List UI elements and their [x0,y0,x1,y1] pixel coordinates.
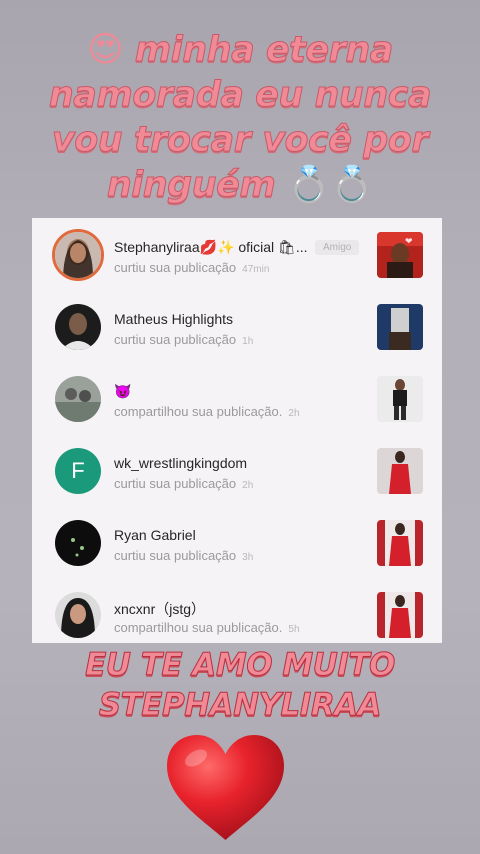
user-name[interactable]: Stephanyliraa💋✨ oficial 🛍... [114,239,308,256]
time-text: 5h [288,624,300,635]
notification-row[interactable]: Stephanyliraa💋✨ oficial 🛍... Amigo curti… [32,226,442,286]
svg-text:❤: ❤ [405,236,413,246]
post-thumbnail[interactable] [377,448,423,494]
post-thumbnail[interactable] [377,304,423,350]
notification-text: curtiu sua publicação 2h [114,476,253,491]
bottom-caption-line-1: EU TE AMO MUITO [85,647,396,684]
action-text: curtiu sua publicação [114,260,237,275]
post-thumbnail[interactable] [377,520,423,566]
action-text: curtiu sua publicação [114,332,237,347]
bottom-caption: EU TE AMO MUITO STEPHANYLIRAA [0,645,480,725]
notification-text: compartilhou sua publicação. 2h [114,404,300,419]
notifications-panel: Stephanyliraa💋✨ oficial 🛍... Amigo curti… [32,218,442,643]
avatar[interactable] [52,229,104,281]
rings-emoji: 💍💍 [287,165,374,205]
post-thumbnail[interactable]: ❤ [377,232,423,278]
notification-row[interactable]: xncxnr（jstg） compartilhou sua publicação… [32,586,442,643]
top-caption: 😍 minha eterna namorada eu nunca vou tro… [20,28,460,208]
notification-text: curtiu sua publicação 3h [114,548,253,563]
friend-badge: Amigo [315,240,360,255]
notification-row[interactable]: 😈 compartilhou sua publicação. 2h [32,370,442,430]
notification-text: compartilhou sua publicação. 5h [114,620,300,635]
notification-text: curtiu sua publicação 47min [114,260,269,275]
notification-row[interactable]: Matheus Highlights curtiu sua publicação… [32,298,442,358]
action-text: compartilhou sua publicação. [114,620,283,635]
user-name[interactable]: wk_wrestlingkingdom [114,455,247,471]
heart-icon [163,732,288,842]
avatar-letter: F [71,458,85,483]
time-text: 1h [242,336,254,347]
avatar[interactable] [55,592,101,638]
post-thumbnail[interactable] [377,376,423,422]
action-text: compartilhou sua publicação. [114,404,283,419]
time-text: 2h [242,480,254,491]
notification-row[interactable]: Ryan Gabriel curtiu sua publicação 3h [32,514,442,574]
user-name[interactable]: xncxnr（jstg） [114,599,205,619]
avatar[interactable]: F [55,448,101,494]
time-text: 3h [242,552,254,563]
notification-row[interactable]: F wk_wrestlingkingdom curtiu sua publica… [32,442,442,502]
user-name[interactable]: Matheus Highlights [114,311,233,327]
user-name[interactable]: Ryan Gabriel [114,527,196,543]
post-thumbnail[interactable] [377,592,423,638]
bottom-caption-line-2: STEPHANYLIRAA [98,687,382,724]
action-text: curtiu sua publicação [114,548,237,563]
time-text: 47min [242,264,270,275]
heart-eyes-emoji: 😍 [87,30,124,70]
notification-text: curtiu sua publicação 1h [114,332,253,347]
avatar[interactable] [55,520,101,566]
avatar[interactable] [55,304,101,350]
action-text: curtiu sua publicação [114,476,237,491]
user-name[interactable]: 😈 [114,383,131,400]
time-text: 2h [288,408,300,419]
avatar[interactable] [55,376,101,422]
